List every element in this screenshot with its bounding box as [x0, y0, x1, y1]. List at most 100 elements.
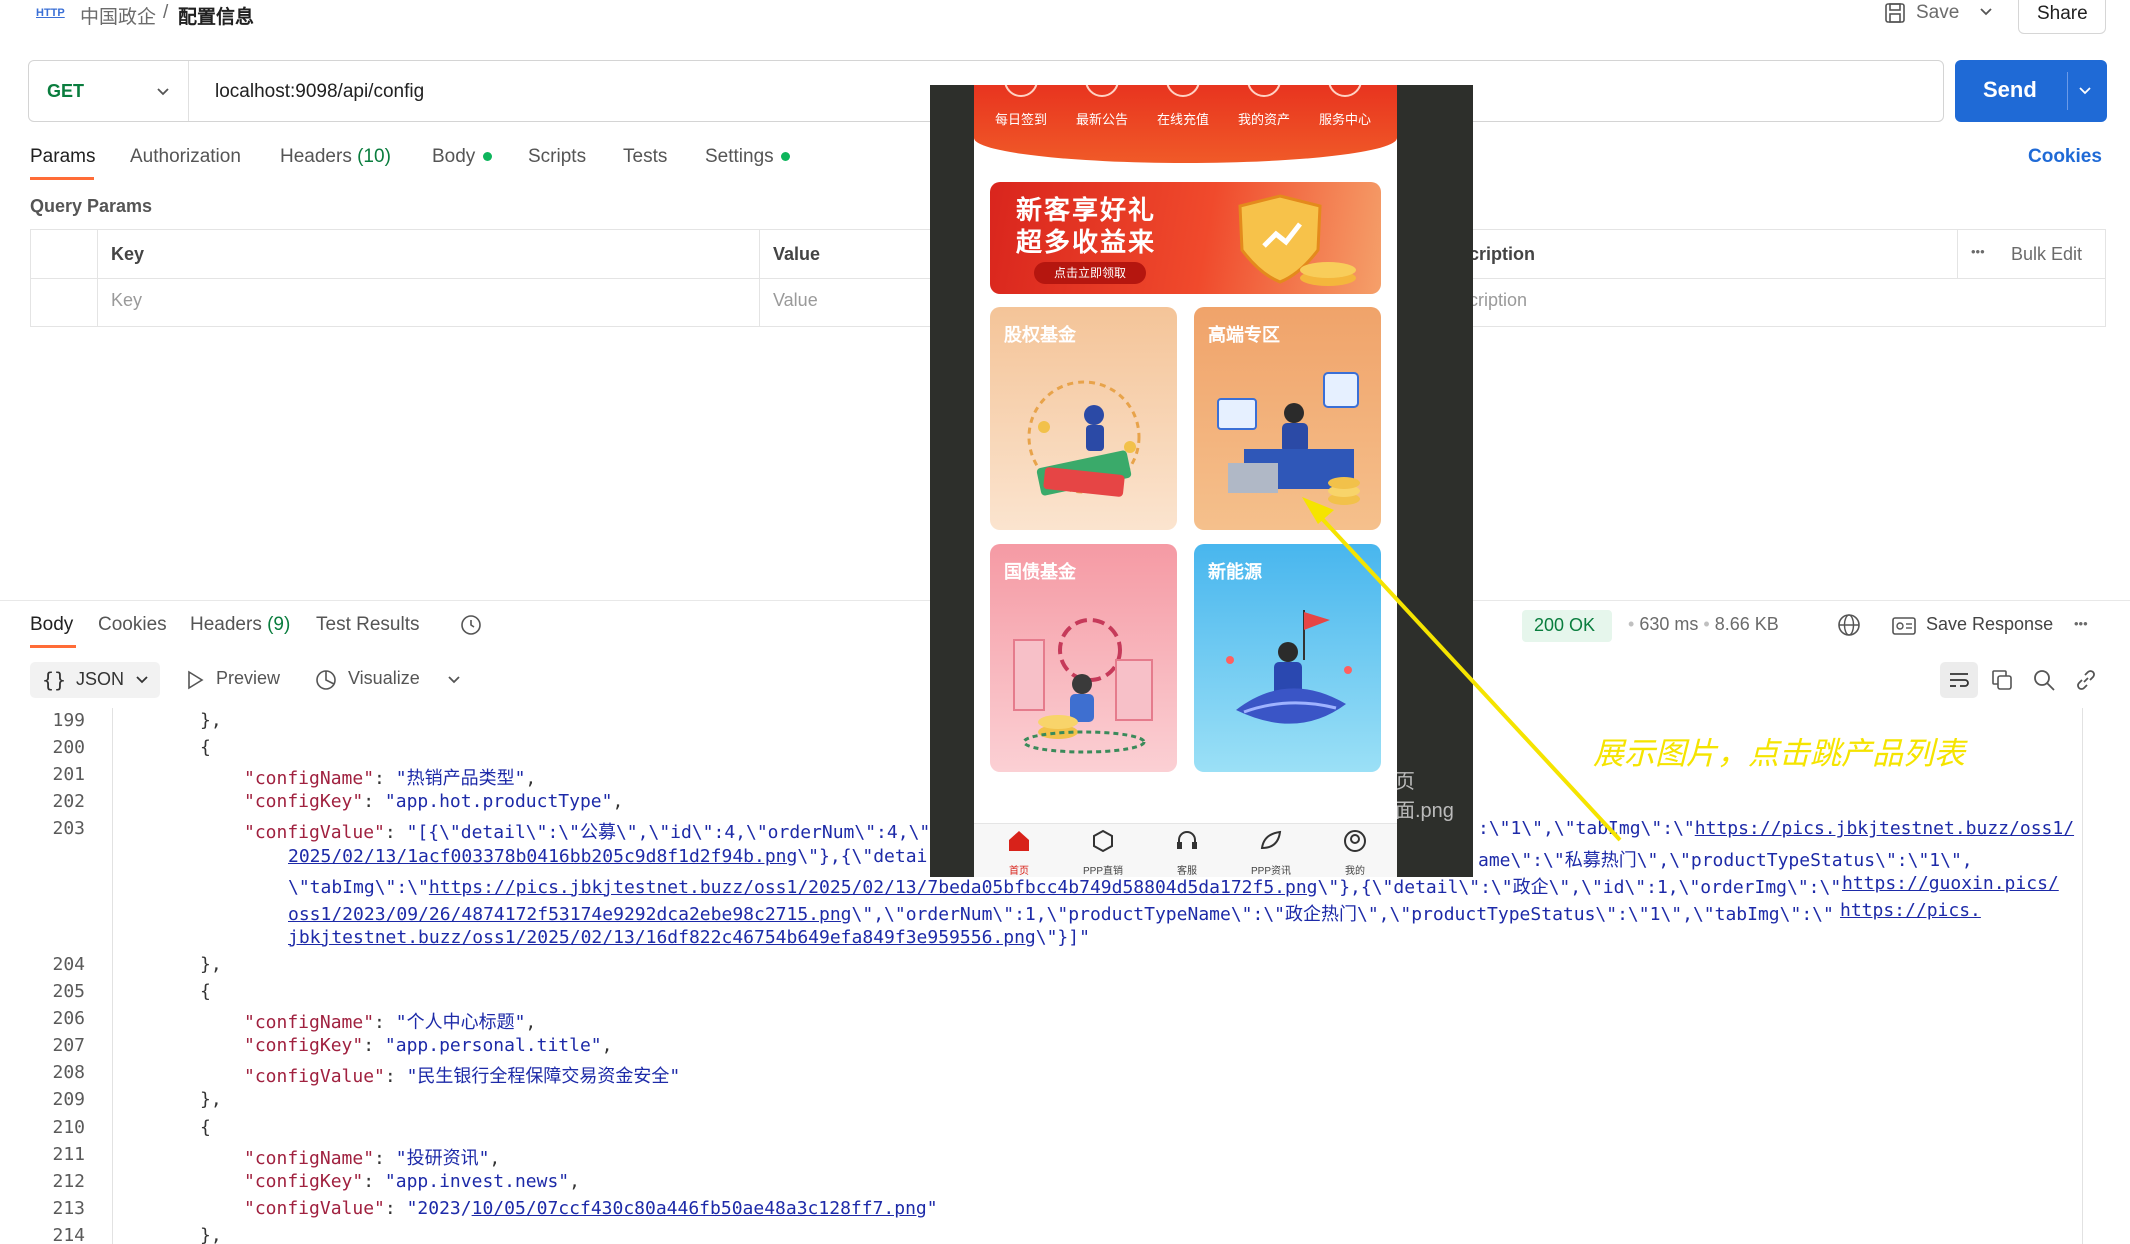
key-input[interactable]: Key	[111, 290, 142, 311]
response-tab-cookies[interactable]: Cookies	[98, 614, 167, 636]
visualize-chevron-down-icon[interactable]	[446, 672, 462, 688]
response-more-icon[interactable]: •••	[2074, 616, 2088, 631]
cookies-link[interactable]: Cookies	[2028, 146, 2102, 168]
visualize-button[interactable]: Visualize	[314, 666, 444, 696]
response-tab-body[interactable]: Body	[30, 614, 73, 636]
gift-shield-illustration	[1238, 194, 1356, 286]
bottom-nav-item[interactable]: PPP直销	[1068, 862, 1138, 877]
quick-menu-item[interactable]: 每日签到	[986, 109, 1056, 128]
banner-claim-button[interactable]: 点击立即领取	[1034, 262, 1146, 284]
send-chevron-down-icon[interactable]	[2077, 83, 2093, 99]
history-icon[interactable]	[458, 612, 484, 638]
response-size-value: 8.66 KB	[1714, 614, 1779, 634]
copy-icon[interactable]	[1990, 668, 2014, 692]
url-input[interactable]: localhost:9098/api/config	[215, 81, 424, 103]
json-punct: :	[384, 1197, 407, 1219]
wrap-toggle[interactable]	[1940, 662, 1978, 698]
product-card-premium-zone[interactable]: 高端专区	[1194, 307, 1381, 530]
home-icon	[1009, 831, 1029, 851]
status-text: 200 OK	[1534, 615, 1596, 635]
editor-scrollbar-track[interactable]	[2082, 708, 2083, 1244]
bottom-nav-item[interactable]: 客服	[1152, 862, 1222, 877]
tab-headers[interactable]: Headers (10)	[280, 146, 391, 168]
col-key-header: Key	[111, 244, 145, 264]
banner-line-2: 超多收益来	[1016, 227, 1157, 257]
json-punct: ,	[569, 1170, 580, 1192]
wrap-lines-icon	[1948, 670, 1970, 690]
value-input[interactable]: Value	[773, 290, 818, 311]
tab-params[interactable]: Params	[30, 146, 95, 168]
promo-banner[interactable]: 新客享好礼 超多收益来 点击立即领取	[990, 182, 1381, 294]
json-key: "configValue"	[244, 1066, 385, 1088]
json-punct: :	[363, 791, 385, 813]
table-col-divider	[97, 230, 98, 326]
line-number: 205	[52, 981, 85, 1002]
json-string: \"},{\"detail\":\"政企\",\"id\":1,\"orderI…	[1317, 876, 1842, 898]
response-headers-label: Headers	[190, 614, 262, 635]
response-tab-test-results[interactable]: Test Results	[316, 614, 419, 636]
method-chevron-down-icon	[155, 84, 171, 100]
search-icon[interactable]	[2032, 668, 2056, 692]
user-icon	[1344, 830, 1366, 852]
json-string: \"tabImg\":\"	[288, 876, 429, 898]
bottom-nav-item[interactable]: PPP资讯	[1236, 862, 1306, 877]
method-select[interactable]: GET	[29, 61, 189, 121]
tab-settings-label: Settings	[705, 146, 774, 167]
json-link: oss1/2023/09/26/4874172f53174e9292dca2eb…	[288, 903, 852, 925]
save-dropdown-chevron-icon[interactable]	[1978, 4, 1994, 20]
response-tab-headers[interactable]: Headers (9)	[190, 614, 290, 636]
banner-line-1: 新客享好礼	[1016, 195, 1157, 225]
json-key: "configName"	[244, 768, 375, 790]
json-braces-icon: {}	[42, 668, 67, 692]
code-line: {	[200, 737, 211, 758]
left-strip	[930, 215, 974, 275]
line-number: 209	[52, 1089, 85, 1111]
play-icon	[186, 670, 204, 690]
format-select[interactable]: {} JSON	[30, 662, 160, 698]
json-string: "投研资讯"	[395, 1147, 490, 1169]
tab-scripts[interactable]: Scripts	[528, 146, 586, 168]
premium-zone-illustration	[1217, 372, 1360, 505]
share-label: Share	[2037, 3, 2088, 24]
breadcrumb-parent[interactable]: 中国政企	[80, 2, 156, 29]
response-headers-count: (9)	[267, 614, 291, 635]
preview-button[interactable]: Preview	[186, 666, 296, 696]
breadcrumb-current[interactable]: 配置信息	[178, 2, 254, 29]
quick-menu-icon	[1085, 85, 1119, 97]
bottom-nav-item[interactable]: 首页	[984, 862, 1054, 877]
json-punct: {	[200, 981, 211, 1002]
table-col-divider	[759, 230, 760, 326]
quick-menu-item[interactable]: 服务中心	[1310, 109, 1380, 128]
globe-icon[interactable]	[1836, 612, 1862, 638]
code-line: },	[200, 1225, 222, 1244]
code-wrap-line: jbkjtestnet.buzz/oss1/2025/02/13/16df822…	[288, 927, 1090, 948]
tab-authorization[interactable]: Authorization	[130, 146, 241, 168]
product-card-new-energy[interactable]: 新能源	[1194, 544, 1381, 772]
new-energy-illustration	[1226, 610, 1352, 724]
quick-menu-item[interactable]: 在线充值	[1148, 109, 1218, 128]
json-punct: {	[200, 1116, 211, 1138]
product-card-equity-fund[interactable]: 股权基金	[990, 307, 1177, 530]
line-number: 213	[52, 1197, 85, 1219]
top-bar: HTTP 中国政企 / 配置信息 Save Share	[0, 0, 2130, 34]
code-line: "configValue": "[{\"detail\":\"公募\",\"id…	[244, 818, 930, 844]
save-button[interactable]: Save	[1880, 0, 2020, 30]
save-response-button[interactable]: Save Response	[1892, 612, 2072, 642]
quick-menu-item[interactable]: 最新公告	[1067, 109, 1137, 128]
bottom-nav-item[interactable]: 我的	[1320, 862, 1390, 877]
share-button[interactable]: Share	[2018, 0, 2106, 34]
send-label: Send	[1983, 77, 2037, 102]
more-options-icon[interactable]: •••	[1971, 244, 1985, 259]
tab-settings[interactable]: Settings	[705, 146, 790, 168]
link-icon[interactable]	[2074, 668, 2098, 692]
quick-menu-item[interactable]: 我的资产	[1229, 109, 1299, 128]
send-button[interactable]: Send	[1955, 60, 2107, 122]
product-card-treasury-fund[interactable]: 国债基金	[990, 544, 1177, 772]
json-punct: :	[384, 822, 407, 844]
tab-body[interactable]: Body	[432, 146, 492, 168]
tab-tests[interactable]: Tests	[623, 146, 667, 168]
code-line: },	[200, 1089, 222, 1110]
description-input[interactable]: cription	[1469, 290, 1527, 311]
gutter-divider	[112, 708, 113, 1244]
bulk-edit-button[interactable]: Bulk Edit	[2011, 244, 2082, 265]
